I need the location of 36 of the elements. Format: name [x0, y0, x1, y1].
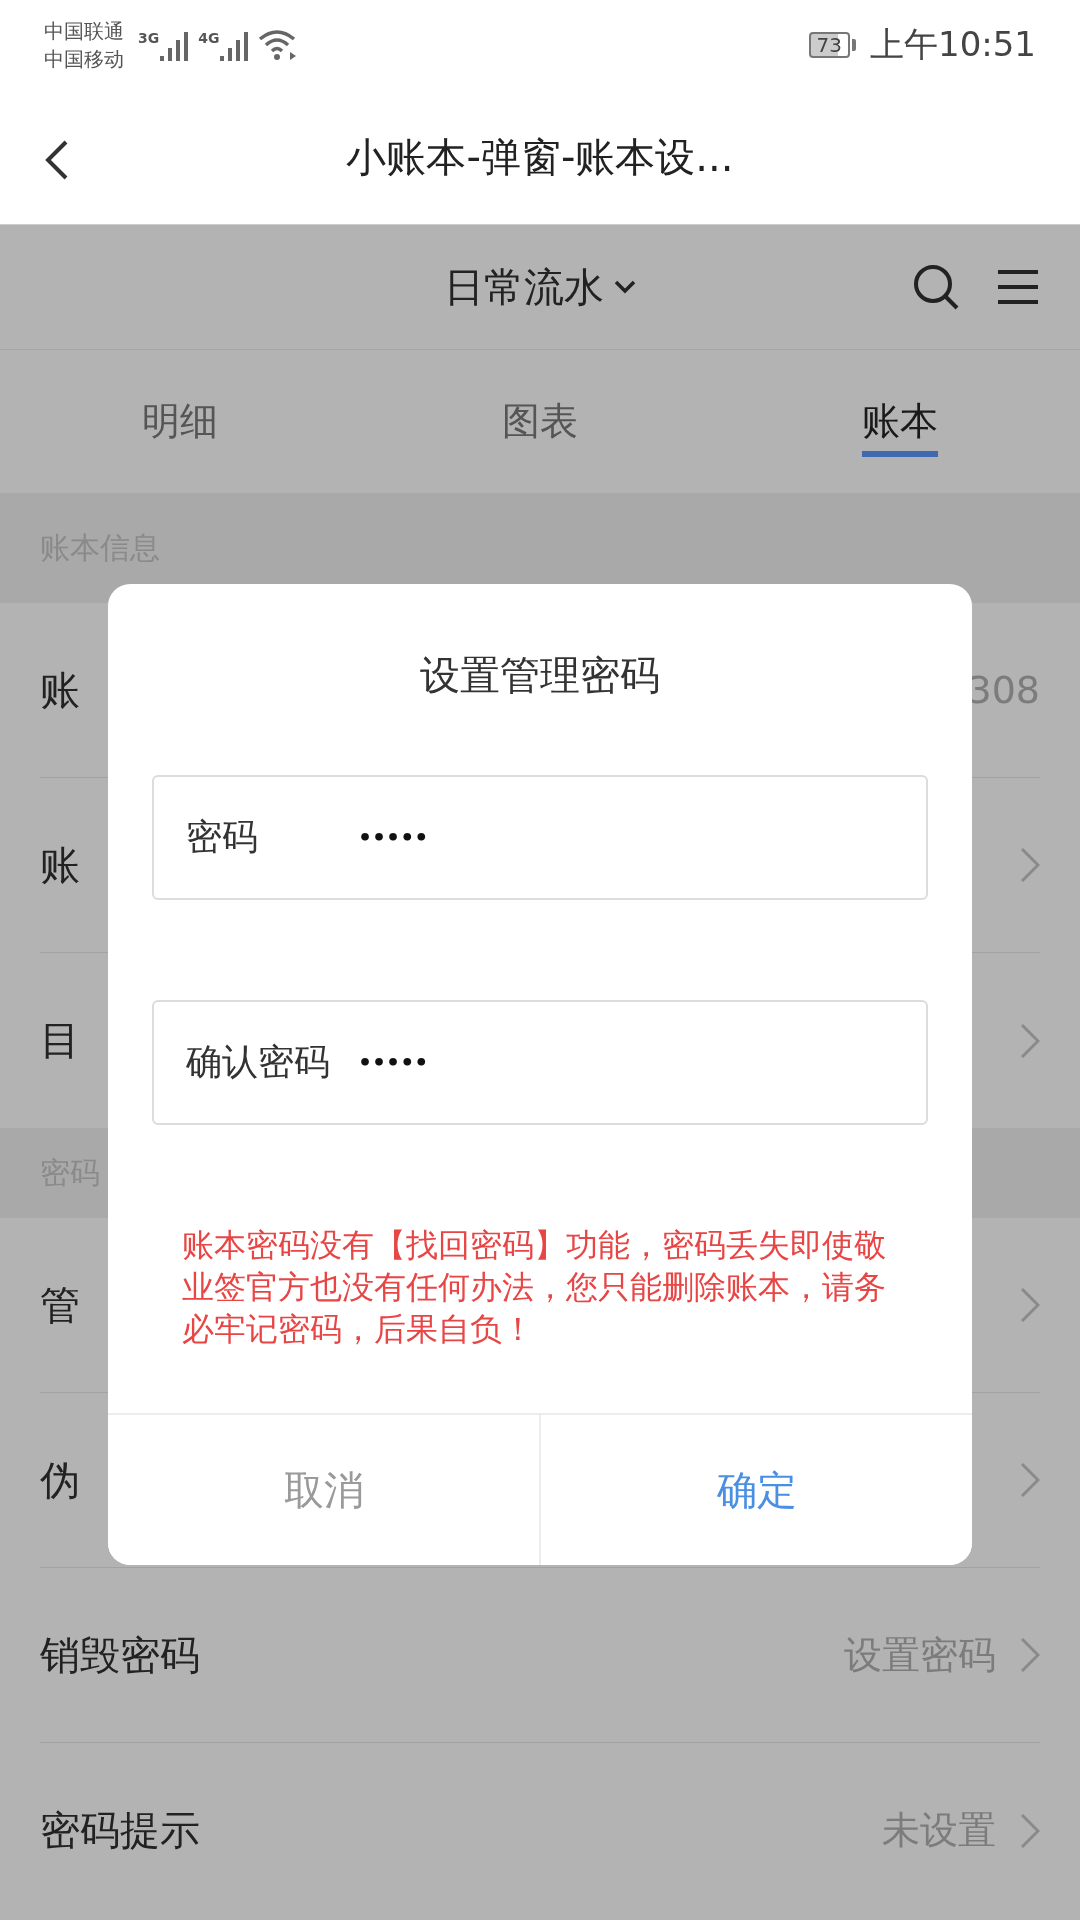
- battery-indicator: 73: [808, 32, 856, 58]
- password-field[interactable]: 确认密码 •••••: [152, 1000, 928, 1125]
- field-label: 密码: [186, 815, 259, 859]
- clock-time: 上午10:51: [870, 23, 1036, 66]
- dialog-title: 设置管理密码: [420, 651, 660, 700]
- carrier-name: 中国联通: [44, 18, 124, 45]
- chevron-right-icon[interactable]: [1020, 847, 1040, 883]
- chevron-right-icon[interactable]: [1020, 1812, 1040, 1849]
- tab[interactable]: 账本: [720, 350, 1080, 493]
- back-icon[interactable]: [44, 140, 70, 180]
- setting-label[interactable]: 伪: [40, 1452, 80, 1508]
- masked-password: •••••: [358, 1050, 429, 1075]
- chevron-right-icon[interactable]: [1020, 1022, 1040, 1059]
- masked-password: •••••: [358, 825, 429, 850]
- password-field[interactable]: 密码 •••••: [152, 775, 928, 900]
- tab[interactable]: 明细: [0, 350, 360, 493]
- tab[interactable]: 图表: [360, 350, 720, 493]
- caret-down-icon: [614, 280, 636, 294]
- chevron-right-icon[interactable]: [1020, 1462, 1040, 1498]
- menu-icon[interactable]: [996, 267, 1040, 307]
- field-label: 确认密码: [186, 1040, 331, 1084]
- setting-label[interactable]: 账: [40, 837, 80, 893]
- network-type-label: 3G: [138, 30, 160, 46]
- chevron-right-icon[interactable]: [1020, 1287, 1040, 1323]
- search-icon[interactable]: [912, 263, 960, 311]
- setting-label[interactable]: 销毁密码: [40, 1627, 200, 1683]
- ledger-selector[interactable]: 日常流水: [444, 259, 636, 315]
- warning-text: 账本密码没有【找回密码】功能，密码丢失即使敬业签官方也没有任何办法，您只能删除账本，请务必牢记密码，后果自负！: [182, 1225, 887, 1350]
- setting-label[interactable]: 管: [40, 1277, 80, 1333]
- setting-label[interactable]: 账: [40, 662, 80, 718]
- network-type-label: 4G: [198, 30, 220, 46]
- chevron-right-icon[interactable]: [1020, 1637, 1040, 1673]
- setting-label[interactable]: 密码提示: [40, 1803, 200, 1858]
- carrier-name: 中国移动: [44, 46, 124, 73]
- page-title: 小账本-弹窗-账本设...: [346, 132, 734, 182]
- setting-label[interactable]: 目: [40, 1013, 80, 1068]
